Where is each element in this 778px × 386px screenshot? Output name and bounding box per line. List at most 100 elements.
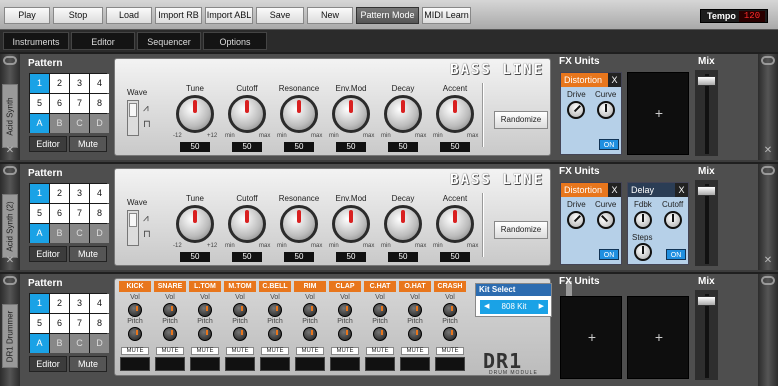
vol-knob[interactable] [338, 303, 352, 317]
tab-options[interactable]: Options [203, 32, 267, 50]
fx-on-button[interactable]: ON [666, 249, 686, 260]
pitch-knob[interactable] [128, 327, 142, 341]
vol-knob[interactable] [163, 303, 177, 317]
close-icon[interactable]: ✕ [763, 146, 773, 156]
editor-button[interactable]: Editor [29, 356, 67, 372]
pitch-knob[interactable] [443, 327, 457, 341]
pattern-bank-a[interactable]: A [30, 114, 49, 133]
drum-pad[interactable] [155, 357, 185, 371]
pattern-cell[interactable]: 5 [30, 94, 49, 113]
synth-knob[interactable] [176, 95, 214, 133]
steps-knob[interactable] [634, 243, 652, 261]
wave-switch[interactable] [127, 100, 139, 136]
empty-fx-slot[interactable]: + [560, 296, 622, 379]
close-icon[interactable]: ✕ [763, 256, 773, 266]
editor-button[interactable]: Editor [29, 246, 67, 262]
pattern-bank-c[interactable]: C [70, 224, 89, 243]
close-icon[interactable]: X [608, 73, 621, 87]
knob-value[interactable]: 50 [232, 142, 262, 152]
randomize-button[interactable]: Randomize [494, 111, 548, 129]
vol-knob[interactable] [268, 303, 282, 317]
link-icon[interactable] [761, 166, 775, 175]
pattern-bank-b[interactable]: B [50, 224, 69, 243]
pitch-knob[interactable] [373, 327, 387, 341]
arrow-left-icon[interactable]: ◀ [484, 300, 489, 314]
knob-value[interactable]: 50 [284, 252, 314, 262]
channel-mute-button[interactable]: MUTE [366, 347, 394, 355]
drum-pad[interactable] [120, 357, 150, 371]
close-icon[interactable]: X [608, 183, 621, 197]
empty-fx-slot[interactable]: + [627, 296, 689, 379]
drive-knob[interactable] [563, 207, 589, 233]
drum-pad[interactable] [435, 357, 465, 371]
pitch-knob[interactable] [338, 327, 352, 341]
pattern-cell[interactable]: 7 [70, 204, 89, 223]
pitch-knob[interactable] [198, 327, 212, 341]
fx-on-button[interactable]: ON [599, 249, 619, 260]
import-rb-button[interactable]: Import RB [155, 7, 202, 24]
synth-knob[interactable] [332, 95, 370, 133]
channel-mute-button[interactable]: MUTE [121, 347, 149, 355]
knob-value[interactable]: 50 [388, 142, 418, 152]
pattern-bank-d[interactable]: D [90, 114, 109, 133]
pattern-cell[interactable]: 3 [70, 294, 89, 313]
pitch-knob[interactable] [303, 327, 317, 341]
channel-mute-button[interactable]: MUTE [401, 347, 429, 355]
drum-pad[interactable] [190, 357, 220, 371]
save-button[interactable]: Save [256, 7, 304, 24]
link-icon[interactable] [3, 276, 17, 285]
import-abl-button[interactable]: Import ABL [205, 7, 253, 24]
pattern-bank-d[interactable]: D [90, 334, 109, 353]
drum-pad[interactable] [365, 357, 395, 371]
pattern-cell[interactable]: 8 [90, 94, 109, 113]
pattern-cell[interactable]: 4 [90, 74, 109, 93]
pattern-cell[interactable]: 4 [90, 294, 109, 313]
vol-knob[interactable] [408, 303, 422, 317]
drive-knob[interactable] [563, 97, 589, 123]
pattern-cell[interactable]: 6 [50, 314, 69, 333]
mute-button[interactable]: Mute [69, 246, 107, 262]
knob-value[interactable]: 50 [388, 252, 418, 262]
link-icon[interactable] [761, 56, 775, 65]
load-button[interactable]: Load [106, 7, 152, 24]
channel-mute-button[interactable]: MUTE [191, 347, 219, 355]
pattern-cell[interactable]: 6 [50, 204, 69, 223]
drum-pad[interactable] [295, 357, 325, 371]
drum-pad[interactable] [400, 357, 430, 371]
synth-knob[interactable] [280, 205, 318, 243]
pattern-cell[interactable]: 2 [50, 184, 69, 203]
tab-editor[interactable]: Editor [71, 32, 135, 50]
pattern-cell[interactable]: 8 [90, 314, 109, 333]
mute-button[interactable]: Mute [69, 356, 107, 372]
pattern-bank-b[interactable]: B [50, 114, 69, 133]
knob-value[interactable]: 50 [336, 142, 366, 152]
pattern-cell[interactable]: 2 [50, 294, 69, 313]
knob-value[interactable]: 50 [336, 252, 366, 262]
close-icon[interactable]: ✕ [5, 146, 15, 156]
synth-knob[interactable] [384, 205, 422, 243]
synth-knob[interactable] [436, 205, 474, 243]
vol-knob[interactable] [233, 303, 247, 317]
tab-instruments[interactable]: Instruments [3, 32, 69, 50]
curve-knob[interactable] [593, 207, 619, 233]
pitch-knob[interactable] [163, 327, 177, 341]
vol-knob[interactable] [303, 303, 317, 317]
knob-value[interactable]: 50 [440, 142, 470, 152]
pattern-bank-d[interactable]: D [90, 224, 109, 243]
curve-knob[interactable] [597, 101, 615, 119]
pattern-bank-c[interactable]: C [70, 114, 89, 133]
drum-pad[interactable] [260, 357, 290, 371]
cutoff-knob[interactable] [664, 211, 682, 229]
pattern-cell[interactable]: 7 [70, 94, 89, 113]
synth-knob[interactable] [436, 95, 474, 133]
mute-button[interactable]: Mute [69, 136, 107, 152]
pattern-cell[interactable]: 6 [50, 94, 69, 113]
arrow-right-icon[interactable]: ▶ [539, 300, 544, 314]
synth-knob[interactable] [228, 205, 266, 243]
channel-mute-button[interactable]: MUTE [226, 347, 254, 355]
fx-on-button[interactable]: ON [599, 139, 619, 150]
pattern-cell[interactable]: 2 [50, 74, 69, 93]
channel-mute-button[interactable]: MUTE [296, 347, 324, 355]
vol-knob[interactable] [443, 303, 457, 317]
editor-button[interactable]: Editor [29, 136, 67, 152]
